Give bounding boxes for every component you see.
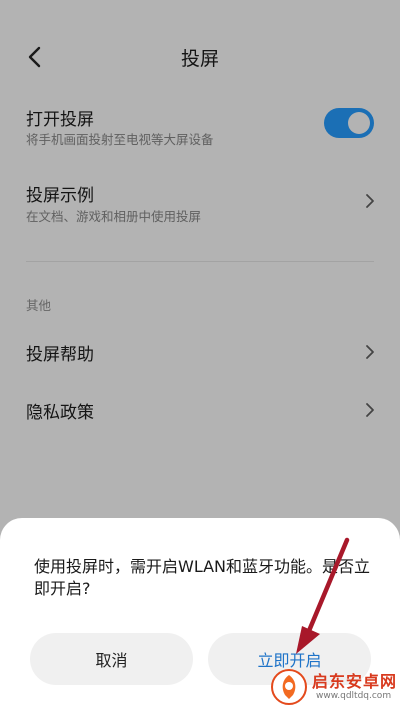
chevron-right-icon bbox=[366, 403, 374, 417]
toggle-knob bbox=[348, 112, 370, 134]
watermark-logo-text: 启东安卓网 bbox=[312, 672, 398, 691]
privacy-policy-label: 隐私政策 bbox=[26, 403, 94, 423]
cast-help-label: 投屏帮助 bbox=[26, 345, 94, 365]
watermark-url: www.qdltdq.com bbox=[316, 691, 392, 701]
other-section-header: 其他 bbox=[26, 298, 52, 313]
cancel-button[interactable]: 取消 bbox=[30, 633, 193, 685]
section-divider bbox=[26, 261, 374, 262]
cast-toggle-label: 打开投屏 bbox=[26, 110, 94, 130]
cast-examples-row[interactable]: 投屏示例 在文档、游戏和相册中使用投屏 bbox=[0, 176, 400, 230]
watermark-logo-icon bbox=[271, 669, 307, 705]
chevron-right-icon bbox=[366, 345, 374, 359]
cast-toggle-description: 将手机画面投射至电视等大屏设备 bbox=[26, 132, 214, 147]
screen: 投屏 打开投屏 将手机画面投射至电视等大屏设备 投屏示例 在文档、游戏和相册中使… bbox=[0, 0, 400, 711]
privacy-policy-row[interactable]: 隐私政策 bbox=[0, 388, 400, 432]
dialog-message: 使用投屏时，需开启WLAN和蓝牙功能。是否立即开启? bbox=[34, 557, 371, 598]
site-watermark: 启东安卓网 www.qdltdq.com bbox=[268, 665, 398, 709]
header: 投屏 bbox=[0, 0, 400, 115]
page-title: 投屏 bbox=[180, 48, 219, 70]
cast-toggle-switch[interactable] bbox=[324, 108, 374, 138]
cast-examples-description: 在文档、游戏和相册中使用投屏 bbox=[26, 209, 202, 224]
chevron-right-icon bbox=[366, 194, 374, 208]
cast-examples-label: 投屏示例 bbox=[26, 186, 94, 206]
cast-help-row[interactable]: 投屏帮助 bbox=[0, 330, 400, 374]
